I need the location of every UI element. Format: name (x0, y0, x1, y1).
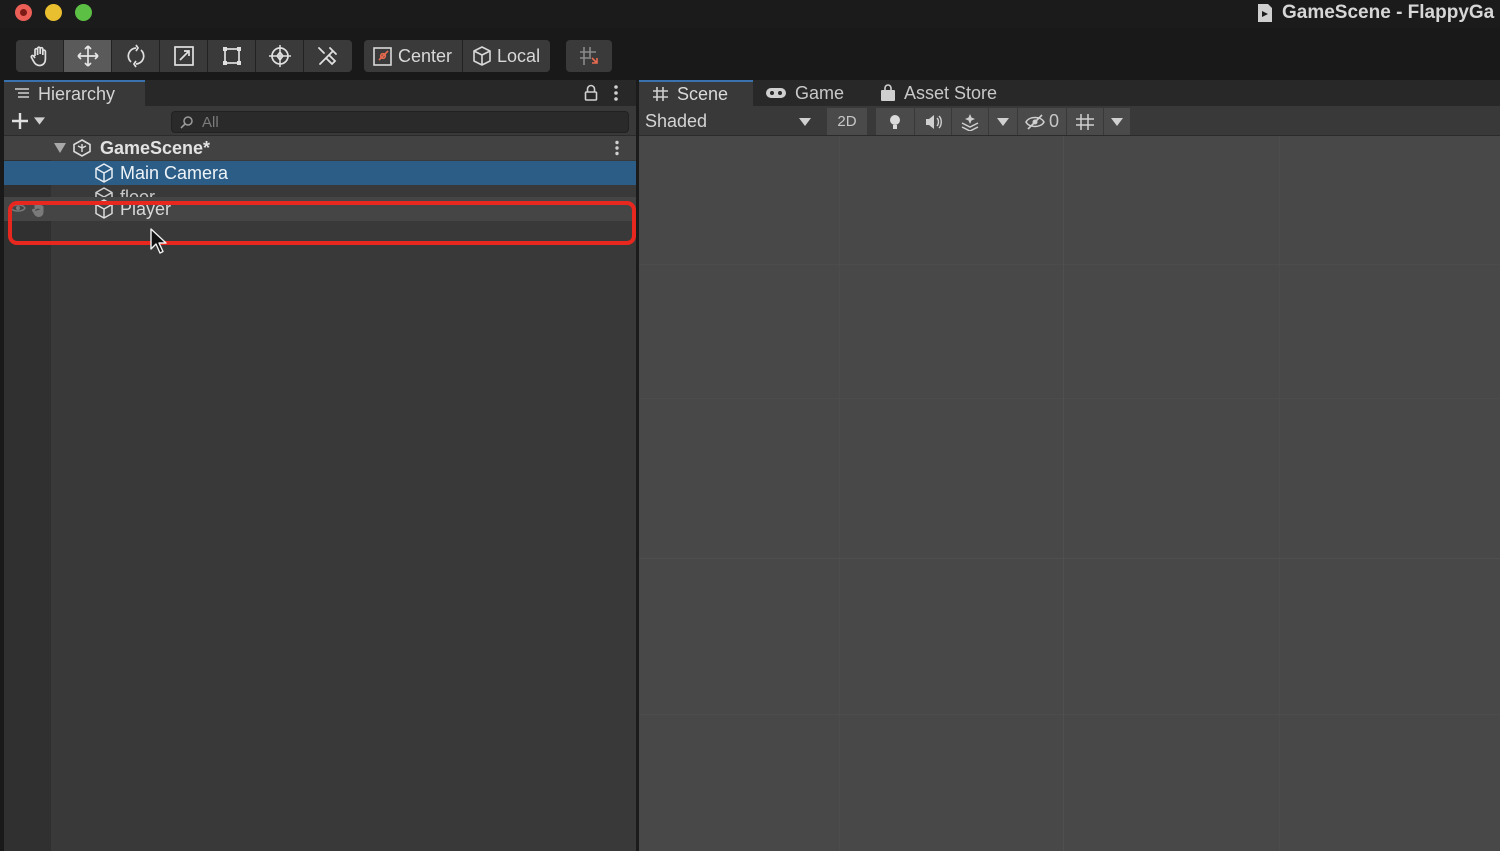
hierarchy-item-label: Main Camera (120, 163, 229, 183)
scene-grid-button[interactable] (1067, 108, 1103, 135)
create-object-button[interactable] (10, 110, 45, 132)
rotate-tool-button[interactable] (112, 40, 160, 72)
gizmo-grid-icon (1076, 113, 1094, 130)
rect-transform-icon (222, 47, 241, 65)
expand-arrow-icon[interactable] (54, 143, 66, 153)
pivot-center-icon (373, 47, 392, 66)
scene-audio-button[interactable] (915, 108, 951, 135)
shopping-bag-icon (881, 84, 895, 101)
chevron-down-icon (34, 117, 45, 125)
chevron-down-icon (1111, 117, 1123, 126)
scene-visibility-button[interactable]: 0 (1018, 108, 1066, 135)
grid-snap-icon (580, 47, 598, 65)
grid-snap-button[interactable] (566, 40, 612, 72)
scene-toolbar: Shaded 2D 0 (639, 106, 1500, 136)
transform-tool-button[interactable] (256, 40, 304, 72)
search-placeholder: All (202, 113, 219, 131)
hierarchy-panel: Hierarchy All GameScene* Main Camera flo (4, 80, 636, 851)
custom-tool-button[interactable] (304, 40, 352, 72)
grid-line (639, 714, 1500, 715)
shading-mode-label: Shaded (645, 110, 708, 131)
title-bar: GameScene - FlappyGa (0, 0, 1500, 28)
rect-tool-button[interactable] (208, 40, 256, 72)
scale-icon (173, 46, 194, 66)
scale-tool-button[interactable] (160, 40, 208, 72)
main-toolbar: Center Local (0, 28, 1500, 80)
pivot-toggles: Center Local (364, 40, 551, 72)
rotate-icon (126, 44, 145, 68)
scene-grid-icon (653, 87, 668, 101)
toggle-2d-button[interactable]: 2D (827, 108, 867, 135)
pivot-center-button[interactable]: Center (364, 40, 464, 72)
move-tool-button[interactable] (64, 40, 112, 72)
grid-line (1063, 136, 1064, 851)
scene-effects-button[interactable] (952, 108, 988, 135)
unity-scene-icon (1258, 4, 1272, 22)
scene-viewport[interactable] (639, 136, 1500, 851)
grid-line (639, 264, 1500, 265)
effects-layers-icon (961, 113, 979, 131)
search-icon (180, 116, 193, 129)
tab-scene[interactable]: Scene (639, 80, 753, 106)
minimize-window-button[interactable] (45, 4, 62, 21)
tab-asset-store[interactable]: Asset Store (880, 80, 997, 106)
transform-tools (16, 40, 352, 72)
lock-icon[interactable] (584, 84, 598, 102)
chevron-down-icon (997, 117, 1009, 126)
lightbulb-icon (890, 114, 900, 129)
gamepad-icon (766, 88, 786, 98)
tab-scene-label: Scene (677, 83, 729, 104)
effects-dropdown-button[interactable] (989, 108, 1017, 135)
panel-menu-icon[interactable] (613, 84, 619, 102)
tools-icon (318, 47, 337, 66)
scene-menu-icon[interactable] (614, 140, 620, 156)
scene-tab-bar: Scene Game Asset Store (639, 80, 1500, 106)
list-icon (15, 88, 29, 98)
tab-game-label: Game (795, 82, 845, 103)
move-icon (76, 45, 99, 67)
scene-view-panel: Scene Game Asset Store Shaded 2D 0 (639, 80, 1500, 851)
hierarchy-item-main-camera[interactable]: Main Camera (4, 161, 636, 185)
tab-asset-store-label: Asset Store (904, 82, 998, 103)
toggle-2d-label: 2D (837, 113, 857, 130)
speaker-icon (926, 114, 942, 129)
zoom-window-button[interactable] (75, 4, 92, 21)
unity-scene-icon (73, 139, 91, 157)
hierarchy-search-input[interactable]: All (171, 111, 629, 133)
hidden-count: 0 (1048, 111, 1059, 131)
shading-mode-dropdown[interactable]: Shaded (639, 108, 819, 134)
scene-root-row[interactable]: GameScene* (4, 136, 636, 160)
grid-dropdown-button[interactable] (1104, 108, 1130, 135)
grid-line (1279, 136, 1280, 851)
local-space-icon (473, 46, 491, 66)
hand-icon (29, 46, 46, 67)
tab-hierarchy-label: Hierarchy (38, 83, 116, 104)
hierarchy-tab-bar: Hierarchy (4, 80, 636, 106)
window-title: GameScene - FlappyGa (1256, 1, 1494, 25)
scene-lighting-button[interactable] (876, 108, 914, 135)
player-highlight-annotation (8, 201, 636, 245)
gameobject-cube-icon (95, 163, 113, 183)
pivot-local-button[interactable]: Local (463, 40, 551, 72)
mouse-cursor-icon (150, 228, 167, 254)
hand-tool-button[interactable] (16, 40, 64, 72)
window-title-text: GameScene - FlappyGa (1282, 2, 1495, 23)
hidden-eye-icon (1025, 113, 1045, 130)
transform-icon (268, 45, 291, 67)
grid-line (639, 398, 1500, 399)
pivot-center-label: Center (398, 45, 453, 66)
scene-name: GameScene* (100, 138, 211, 158)
plus-icon (12, 113, 28, 129)
grid-line (839, 136, 840, 851)
hierarchy-toolbar: All (4, 106, 636, 136)
pivot-local-label: Local (497, 45, 541, 66)
close-window-button[interactable] (15, 4, 32, 21)
tab-game[interactable]: Game (765, 80, 844, 106)
grid-line (639, 558, 1500, 559)
chevron-down-icon (799, 118, 811, 126)
tab-hierarchy[interactable]: Hierarchy (4, 80, 145, 106)
